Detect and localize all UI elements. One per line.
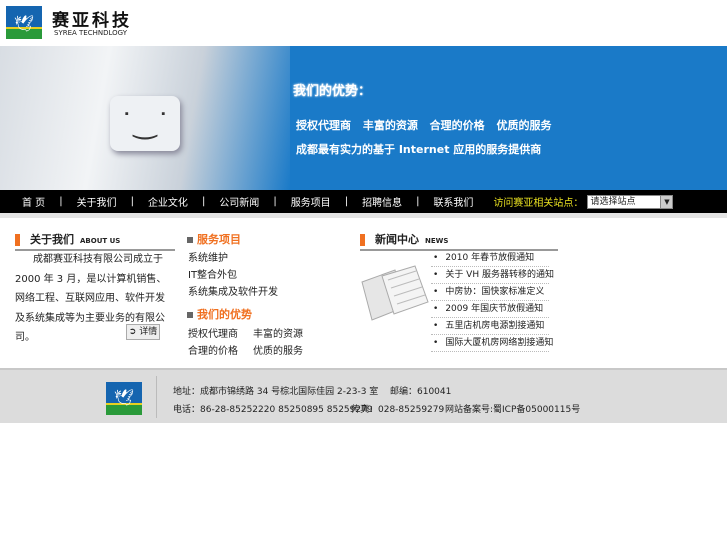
site-select[interactable]: 请选择站点 ▼ bbox=[587, 194, 674, 209]
logo[interactable]: 🕊 bbox=[6, 6, 42, 39]
service-item[interactable]: IT整合外包 bbox=[188, 266, 237, 281]
service-item[interactable]: 系统集成及软件开发 bbox=[188, 283, 278, 298]
service-item[interactable]: 系统维护 bbox=[188, 249, 228, 264]
nav-contact[interactable]: 联系我们 bbox=[433, 194, 473, 209]
footer-postcode: 邮编：610041 bbox=[390, 387, 452, 397]
advantage-item: 合理的价格 bbox=[188, 346, 238, 357]
about-title-en: ABOUT US bbox=[80, 237, 121, 245]
news-list: 2010 年春节放假通知 关于 VH 服务器转移的通知 中房协：国快家标准定义 … bbox=[431, 250, 554, 352]
advantages-heading: 我们的优势 bbox=[187, 306, 252, 322]
footer-logo: 🕊 bbox=[106, 382, 142, 415]
bird-icon: 🕊 bbox=[114, 388, 135, 407]
footer-phone: 电话：86-28-85252220 85250895 85259279 bbox=[173, 405, 373, 415]
brand-name-en: SYREA TECHNDLOGY bbox=[54, 29, 128, 37]
keyboard-image: ˙‿˙ bbox=[0, 46, 290, 190]
advantage-item: 丰富的资源 bbox=[253, 329, 303, 340]
news-heading: 新闻中心 NEWS bbox=[360, 231, 558, 251]
news-item[interactable]: 2010 年春节放假通知 bbox=[431, 250, 549, 267]
nav-jobs[interactable]: 招聘信息 bbox=[362, 194, 402, 209]
services-title: 服务项目 bbox=[197, 233, 241, 246]
arrow-circle-icon: ➲ bbox=[128, 327, 137, 337]
news-title-en: NEWS bbox=[425, 237, 449, 245]
newspaper-image bbox=[361, 265, 429, 321]
banner-title: 我们的优势： bbox=[293, 84, 372, 99]
banner-items: 授权代理商 丰富的资源 合理的价格 优质的服务 bbox=[296, 119, 552, 132]
detail-button[interactable]: ➲ 详情 bbox=[126, 324, 160, 340]
news-item[interactable]: 中房协：国快家标准定义 bbox=[431, 284, 549, 301]
footer-fax: 传真：028-85259279 bbox=[351, 405, 445, 415]
news-item[interactable]: 关于 VH 服务器转移的通知 bbox=[431, 267, 554, 284]
banner-tagline: 成都最有实力的基于 Internet 应用的服务提供商 bbox=[296, 143, 542, 156]
advantage-item: 授权代理商 bbox=[188, 329, 238, 340]
bird-icon: 🕊 bbox=[14, 14, 35, 33]
chevron-down-icon[interactable]: ▼ bbox=[660, 195, 673, 208]
footer: 🕊 地址：成都市锦绣路 34 号棕北国际佳园 2-23-3 室 邮编：61004… bbox=[0, 368, 727, 423]
news-title: 新闻中心 bbox=[375, 233, 419, 246]
footer-address: 地址：成都市锦绣路 34 号棕北国际佳园 2-23-3 室 bbox=[173, 387, 379, 397]
divider bbox=[0, 213, 727, 218]
nav-services[interactable]: 服务项目 bbox=[291, 194, 331, 209]
news-item[interactable]: 五里店机房电源割接通知 bbox=[431, 318, 549, 335]
smiley-key: ˙‿˙ bbox=[110, 96, 180, 151]
news-item[interactable]: 2009 年国庆节放假通知 bbox=[431, 301, 549, 318]
nav-about[interactable]: 关于我们 bbox=[77, 194, 117, 209]
about-heading: 关于我们 ABOUT US bbox=[15, 231, 175, 251]
footer-icp[interactable]: 网站备案号:蜀ICP备05000115号 bbox=[445, 402, 580, 415]
site-select-value: 请选择站点 bbox=[590, 196, 636, 207]
advantages-title: 我们的优势 bbox=[197, 308, 252, 321]
brand-name: 赛亚科技 bbox=[52, 11, 132, 31]
nav-culture[interactable]: 企业文化 bbox=[148, 194, 188, 209]
banner: ˙‿˙ 我们的优势： 授权代理商 丰富的资源 合理的价格 优质的服务 成都最有实… bbox=[0, 46, 727, 190]
detail-label: 详情 bbox=[139, 327, 158, 337]
main-nav: 首 页 | 关于我们 | 企业文化 | 公司新闻 | 服务项目 | 招聘信息 | 联系我们 … bbox=[0, 190, 727, 213]
services-heading: 服务项目 bbox=[187, 231, 241, 247]
visit-label: 访问赛亚相关站点： bbox=[493, 198, 584, 209]
divider bbox=[156, 376, 157, 418]
news-item[interactable]: 国际大厦机房网络割接通知 bbox=[431, 335, 553, 352]
nav-news[interactable]: 公司新闻 bbox=[219, 194, 259, 209]
advantage-item: 优质的服务 bbox=[253, 346, 303, 357]
nav-home[interactable]: 首 页 bbox=[22, 194, 45, 209]
about-title: 关于我们 bbox=[30, 233, 74, 246]
